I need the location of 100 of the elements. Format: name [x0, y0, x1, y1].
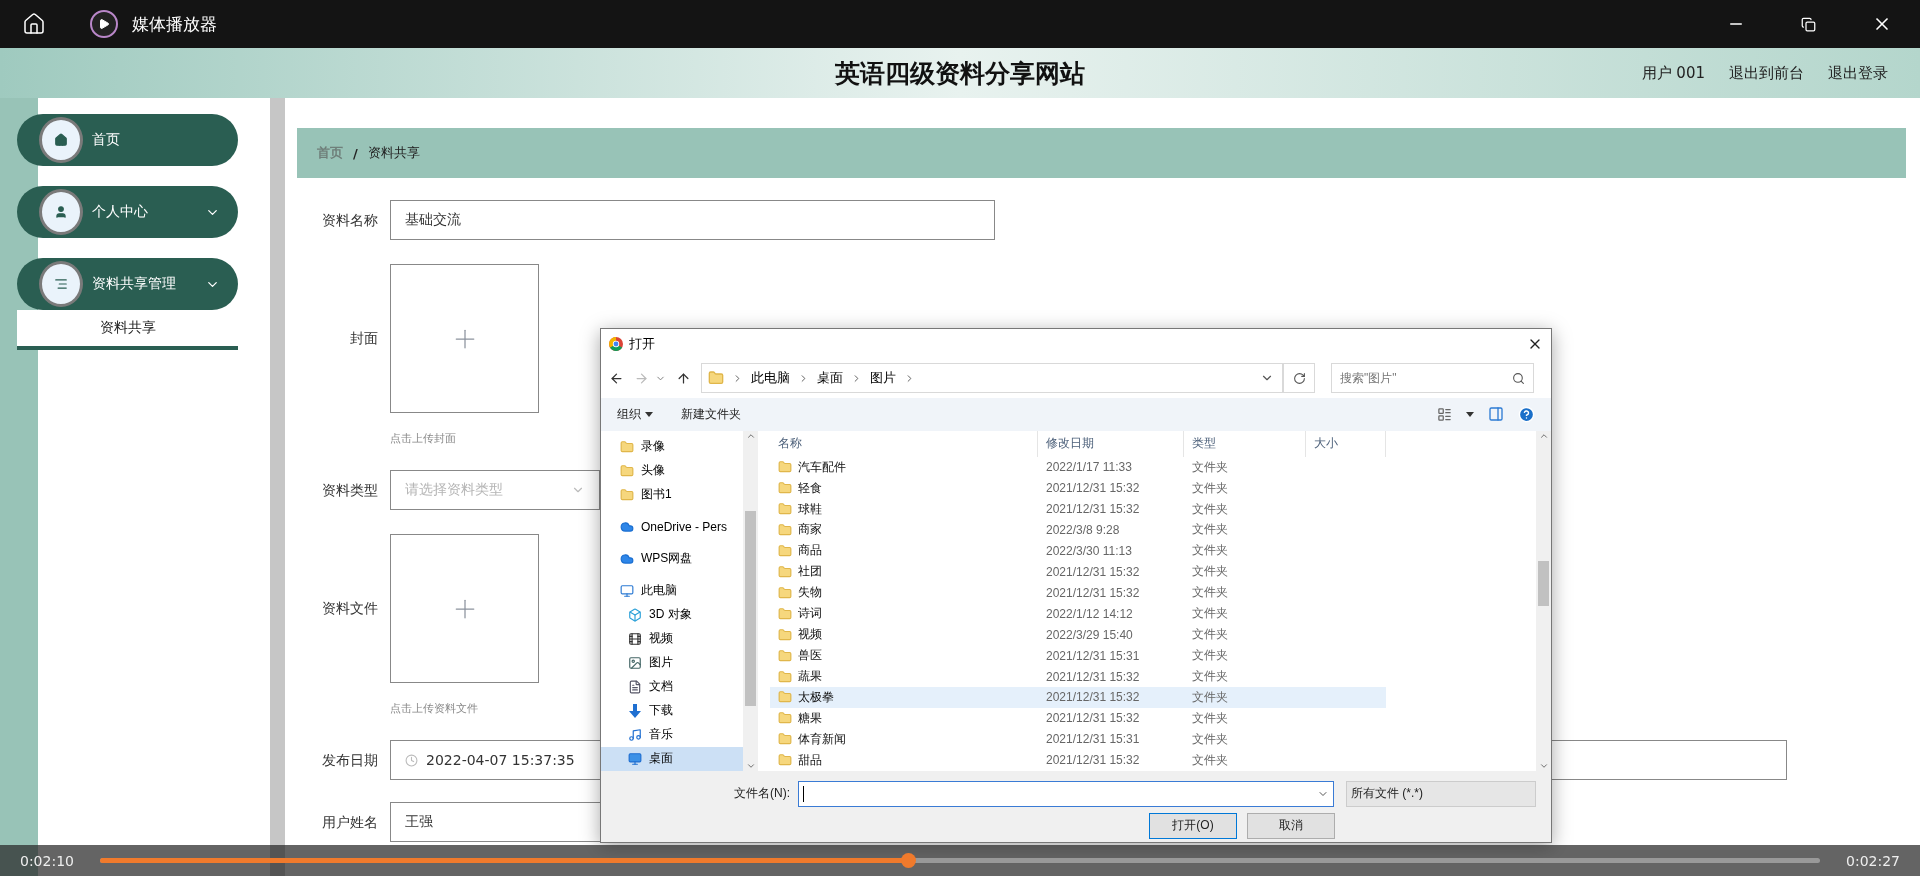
field-label: 资料文件	[321, 599, 378, 618]
file-row[interactable]: 诗词 2022/1/12 14:12 文件夹	[770, 603, 1386, 625]
toolbar-button[interactable]: 组织	[617, 405, 653, 423]
header-link[interactable]: 退出登录	[1828, 63, 1888, 83]
file-row[interactable]: 兽医 2021/12/31 15:31 文件夹	[770, 645, 1386, 667]
upload-box[interactable]	[390, 264, 539, 413]
table-cell-text: 文件夹	[1191, 688, 1229, 706]
file-row[interactable]: 失物 2021/12/31 15:32 文件夹	[770, 582, 1386, 604]
seek-handle[interactable]	[901, 853, 917, 868]
nav-item[interactable]: 头像	[601, 458, 743, 483]
nav-label: 图书1	[641, 486, 672, 504]
file-name: 体育新闻	[798, 730, 846, 748]
preview-pane-icon[interactable]	[1488, 406, 1504, 423]
elapsed-time: 0:02:10	[20, 852, 74, 869]
path-segment[interactable]: 此电脑	[751, 369, 790, 388]
nav-item[interactable]: 3D 对象	[601, 602, 743, 627]
download-icon	[627, 702, 643, 719]
table-cell-text: 2021/12/31 15:32	[1045, 563, 1141, 581]
text-field[interactable]: 基础交流	[390, 200, 995, 240]
dialog-button[interactable]: 打开(O)	[1149, 812, 1237, 839]
nav-item[interactable]: 视频	[601, 626, 743, 651]
file-row[interactable]: 轻食 2021/12/31 15:32 文件夹	[770, 477, 1386, 499]
dialog-button[interactable]: 取消	[1247, 812, 1335, 839]
nav-item[interactable]: 此电脑	[601, 578, 743, 603]
nav-label: 录像	[641, 438, 665, 456]
nav-item[interactable]: 录像	[601, 434, 743, 459]
nav-item[interactable]: 图片	[601, 650, 743, 675]
file-row[interactable]: 太极拳 2021/12/31 15:32 文件夹	[770, 687, 1386, 708]
nav-label: 视频	[649, 630, 673, 648]
column-header[interactable]: 类型	[1184, 430, 1306, 457]
forward-icon[interactable]	[634, 370, 649, 386]
table-cell-text: 2022/1/17 11:33	[1045, 459, 1133, 477]
file-row[interactable]: 社团 2021/12/31 15:32 文件夹	[770, 561, 1386, 583]
nav-item[interactable]: 图书1	[601, 482, 743, 507]
nav-item[interactable]: 下载	[601, 698, 743, 723]
folder-icon	[619, 462, 635, 479]
folder-icon	[778, 732, 792, 747]
upload-box[interactable]	[390, 534, 539, 683]
folder-icon	[619, 438, 635, 455]
caret-icon[interactable]	[1466, 411, 1474, 417]
column-header[interactable]: 名称	[770, 430, 1038, 457]
file-name: 社团	[798, 563, 822, 581]
menu-icon	[54, 277, 68, 291]
sidebar-subitem[interactable]: 资料共享	[17, 310, 238, 350]
file-row[interactable]: 蔬果 2021/12/31 15:32 文件夹	[770, 666, 1386, 687]
folder-icon	[778, 522, 792, 537]
folder-icon	[778, 460, 792, 475]
play-icon	[90, 10, 118, 38]
help-icon[interactable]	[1518, 405, 1535, 423]
toolbar-button[interactable]: 新建文件夹	[681, 405, 741, 423]
up-icon[interactable]	[676, 370, 691, 386]
table-cell-text: 文件夹	[1191, 458, 1229, 476]
folder-icon	[778, 481, 792, 496]
scrollbar[interactable]	[1536, 430, 1551, 771]
table-cell-text: 2022/1/12 14:12	[1045, 605, 1134, 623]
sidebar-item[interactable]: 资料共享管理	[17, 258, 238, 310]
nav-item[interactable]: OneDrive - Pers	[601, 514, 743, 539]
sidebar-item[interactable]: 个人中心	[17, 186, 238, 238]
document-icon	[627, 678, 643, 695]
address-bar[interactable]: 此电脑 桌面 图片	[701, 363, 1283, 394]
search-field[interactable]: 搜索"图片"	[1331, 363, 1534, 394]
view-icon[interactable]	[1437, 406, 1452, 422]
nav-label: 下载	[649, 702, 673, 720]
file-row[interactable]: 甜品 2021/12/31 15:32 文件夹	[770, 749, 1386, 771]
home-icon[interactable]	[22, 12, 46, 36]
column-header[interactable]: 大小	[1306, 430, 1386, 457]
folder-icon	[778, 711, 792, 726]
file-row[interactable]: 视频 2022/3/29 15:40 文件夹	[770, 624, 1386, 646]
table-cell-text: 文件夹	[1191, 647, 1229, 665]
scrollbar-thumb[interactable]	[1538, 560, 1549, 606]
nav-item[interactable]: 文档	[601, 674, 743, 699]
nav-item[interactable]: 桌面	[601, 746, 743, 771]
back-icon[interactable]	[609, 370, 624, 386]
file-name: 糖果	[798, 709, 822, 727]
file-name: 商家	[798, 521, 822, 539]
field-label: 资料类型	[321, 481, 378, 500]
filename-field[interactable]	[798, 780, 1334, 807]
nav-label: 文档	[649, 678, 673, 696]
file-type-select[interactable]: 所有文件 (*.*)	[1346, 780, 1536, 807]
restore-icon[interactable]	[1801, 16, 1816, 32]
scrollbar-thumb[interactable]	[745, 510, 756, 706]
refresh-button[interactable]	[1283, 363, 1315, 394]
seek-track[interactable]	[100, 858, 1820, 863]
user-icon	[54, 205, 68, 219]
file-row[interactable]: 商品 2022/3/30 11:13 文件夹	[770, 540, 1386, 562]
nav-item[interactable]: 音乐	[601, 722, 743, 747]
file-row[interactable]: 体育新闻 2021/12/31 15:31 文件夹	[770, 728, 1386, 750]
file-name: 视频	[798, 626, 822, 644]
header-link[interactable]: 退出到前台	[1729, 63, 1804, 83]
nav-item[interactable]: WPS网盘	[601, 546, 743, 571]
file-row[interactable]: 商家 2022/3/8 9:28 文件夹	[770, 519, 1386, 541]
scrollbar[interactable]	[743, 430, 758, 771]
path-segment[interactable]: 桌面	[817, 369, 843, 388]
path-segment[interactable]: 图片	[870, 369, 896, 388]
browser-icon	[609, 336, 623, 351]
file-row[interactable]: 球鞋 2021/12/31 15:32 文件夹	[770, 498, 1386, 520]
file-row[interactable]: 糖果 2021/12/31 15:32 文件夹	[770, 707, 1386, 729]
file-row[interactable]: 汽车配件 2022/1/17 11:33 文件夹	[770, 456, 1386, 478]
sidebar-item[interactable]: 首页	[17, 114, 238, 166]
column-header[interactable]: 修改日期	[1038, 430, 1184, 457]
